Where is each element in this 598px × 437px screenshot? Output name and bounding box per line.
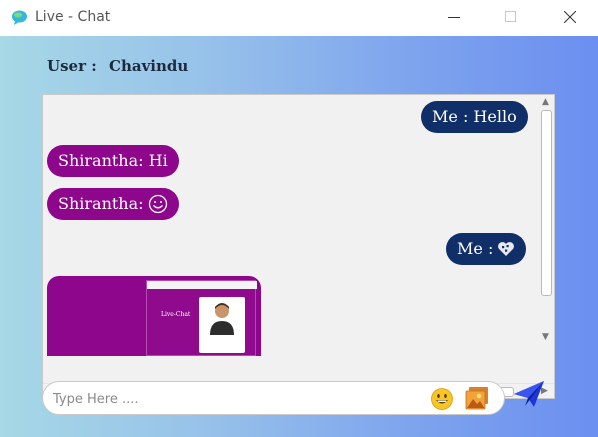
user-label: User : [47,57,97,75]
message-bubble-me: Me : [446,233,527,265]
app-body: User : Chavindu Me : Hello Shirantha: Hi… [0,36,598,437]
image-attach-icon[interactable] [465,386,489,410]
user-name: Chavindu [109,57,189,75]
thumbnail-caption: Live-Chat [161,311,191,318]
thumbnail-card [199,297,245,353]
close-icon [564,11,576,23]
scroll-down-icon[interactable]: ▼ [542,333,549,342]
close-button[interactable] [547,0,593,34]
message-bubble-them: Shirantha: [47,188,179,220]
message-text: Me : [457,239,494,258]
chat-bubble-icon [12,10,27,25]
maximize-button[interactable] [488,0,534,34]
scroll-up-icon[interactable]: ▲ [542,98,549,107]
heart-icon [498,242,515,256]
minimize-button[interactable] [431,0,477,34]
image-message-them[interactable]: Live-Chat [47,276,261,356]
avatar-icon [210,303,234,335]
message-text: Shirantha: [58,194,144,213]
window-title: Live - Chat [35,9,111,25]
title-bar: Live - Chat [0,0,598,36]
chat-area[interactable]: Me : Hello Shirantha: Hi Shirantha: Me : [42,94,555,399]
thumbnail-titlebar [147,281,257,289]
grinning-face-icon[interactable] [431,388,453,410]
message-text: Me : Hello [432,107,517,126]
paper-plane-icon[interactable] [512,379,546,409]
maximize-icon [505,11,516,22]
message-bubble-them: Shirantha: Hi [47,145,179,177]
message-bubble-me: Me : Hello [421,101,528,133]
minimize-icon [448,17,460,18]
message-text: Shirantha: Hi [58,151,168,170]
message-composer [42,381,505,415]
vertical-scroll-thumb[interactable] [541,110,552,296]
message-input[interactable] [53,389,413,409]
smiley-icon [148,194,167,214]
screenshot-thumbnail: Live-Chat [146,280,257,356]
vertical-scrollbar[interactable]: ▲ ▼ [539,95,554,346]
